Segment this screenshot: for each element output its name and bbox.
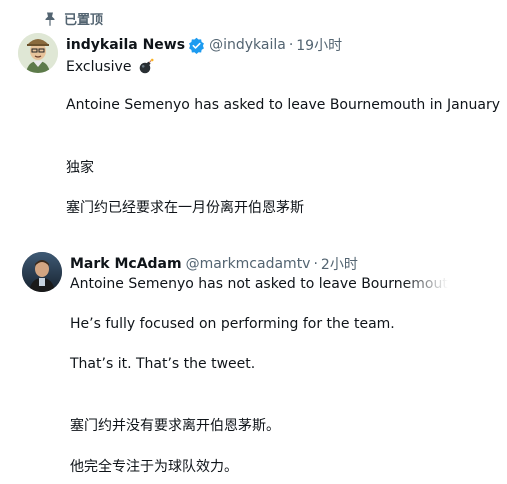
tweet2-line-chinese-1: 塞门约并没有要求离开伯恩茅斯。 bbox=[70, 418, 280, 434]
tweet1-text-line: Exclusive bbox=[66, 58, 154, 75]
tweet2-header: Mark McAdam @markmcadamtv · 2小时 bbox=[70, 254, 358, 274]
avatar-indykaila[interactable] bbox=[18, 33, 58, 73]
tweet1-line-exclusive: Exclusive bbox=[66, 59, 132, 75]
tweet2-handle[interactable]: @markmcadamtv bbox=[186, 256, 311, 272]
tweet2-line-faded: Antoine Semenyo has not asked to leave B… bbox=[70, 276, 448, 292]
tweet1-line-chinese: 塞门约已经要求在一月份离开伯恩茅斯 bbox=[66, 200, 304, 216]
bomb-icon bbox=[139, 58, 154, 74]
avatar-markmcadam[interactable] bbox=[22, 252, 62, 292]
tweet2-line-english: Antoine Semenyo has not asked to leave B… bbox=[70, 276, 448, 292]
tweet2-separator: · bbox=[313, 256, 318, 272]
tweet2-line-focused: He’s fully focused on performing for the… bbox=[70, 316, 395, 332]
tweet2-line-thats-it: That’s it. That’s the tweet. bbox=[70, 356, 256, 372]
tweet1-line-exclusive-cn: 独家 bbox=[66, 160, 94, 176]
tweet2-timestamp[interactable]: 2小时 bbox=[321, 254, 358, 274]
tweet1-header: indykaila News @indykaila · 19小时 bbox=[66, 35, 342, 55]
tweet1-display-name[interactable]: indykaila News bbox=[66, 37, 185, 53]
tweet2-display-name[interactable]: Mark McAdam bbox=[70, 256, 182, 272]
tweet2-line-chinese-2: 他完全专注于为球队效力。 bbox=[70, 459, 238, 475]
tweet1-line-english: Antoine Semenyo has asked to leave Bourn… bbox=[66, 97, 501, 113]
pinned-label: 已置顶 bbox=[64, 13, 104, 28]
tweet1-handle[interactable]: @indykaila bbox=[209, 37, 286, 53]
pin-icon bbox=[45, 12, 55, 26]
tweet1-separator: · bbox=[288, 37, 294, 53]
pinned-indicator: 已置顶 bbox=[42, 9, 103, 28]
verified-icon bbox=[189, 37, 204, 54]
tweet1-timestamp[interactable]: 19小时 bbox=[296, 35, 342, 55]
